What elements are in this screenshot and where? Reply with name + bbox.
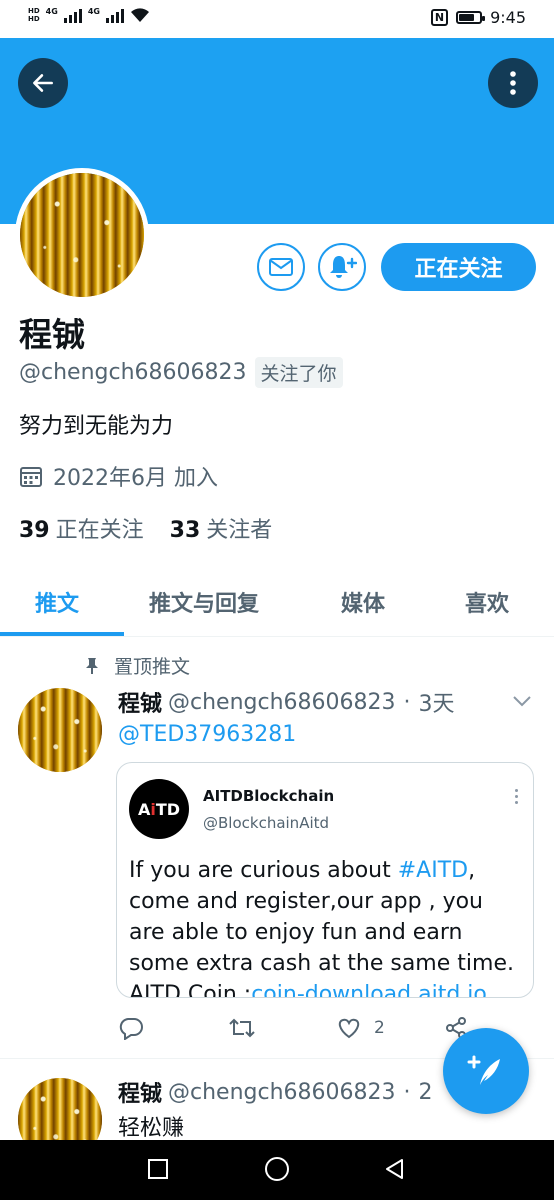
followers-count: 33 [169, 518, 201, 543]
quoted-author-handle: @BlockchainAitd [203, 814, 330, 832]
tab-tweets[interactable]: 推文 [35, 586, 79, 618]
quoted-text: If you are curious about #AITD, come and… [129, 855, 525, 997]
profile-avatar[interactable] [15, 168, 149, 302]
sim1-label: 4G [45, 6, 58, 16]
mail-icon [269, 258, 293, 276]
avatar-image [20, 173, 144, 297]
notifications-button[interactable] [318, 243, 366, 291]
quoted-avatar: Ai TD [129, 779, 189, 839]
bell-plus-icon [330, 256, 357, 278]
follow-stats: 39 正在关注 33 关注者 [19, 512, 272, 544]
tweet-author-handle: @chengch68606823 [168, 689, 396, 715]
tweet-mention[interactable]: @TED37963281 [118, 722, 296, 747]
like-button[interactable]: 2 [336, 1016, 385, 1040]
compose-tweet-button[interactable] [443, 1028, 529, 1114]
joined-date: 2022年6月 加入 [19, 460, 218, 492]
hashtag-link[interactable]: #AITD [398, 858, 468, 883]
quoted-link[interactable]: coin-download.aitd.io [251, 982, 487, 997]
reply-icon [119, 1018, 143, 1040]
more-vertical-icon [510, 71, 516, 95]
hd-indicator: HD HD [28, 7, 40, 23]
like-count: 2 [374, 1018, 385, 1038]
followers-stat[interactable]: 33 关注者 [170, 512, 273, 544]
profile-name: 程铖 [19, 315, 85, 354]
follows-you-badge: 关注了你 [254, 357, 343, 388]
reply-button[interactable] [118, 1016, 144, 1040]
status-bar-right: N 9:45 [430, 8, 526, 27]
signal-icon-2 [105, 7, 124, 23]
compose-feather-icon [467, 1055, 500, 1085]
tweet-header-2: 程铖 @chengch68606823 · 2 [118, 1076, 433, 1108]
tweet-author-name: 程铖 [118, 692, 163, 717]
tweet-time-2: 2 [418, 1079, 433, 1105]
calendar-icon [20, 467, 42, 487]
message-button[interactable] [257, 243, 305, 291]
back-nav-icon[interactable] [384, 1158, 406, 1180]
profile-bio: 努力到无能为力 [19, 414, 174, 439]
back-button[interactable] [18, 58, 68, 108]
tab-likes[interactable]: 喜欢 [465, 586, 509, 618]
tweet-time: 3天 [418, 692, 455, 717]
handle-row: @chengch68606823 关注了你 [19, 357, 343, 388]
tweet-header: 程铖 @chengch68606823 · 3天 [118, 686, 455, 718]
battery-icon [456, 11, 486, 24]
status-bar-left: HD HD 4G 4G [28, 7, 150, 23]
tweet-author-name-2: 程铖 [118, 1082, 163, 1107]
following-stat[interactable]: 39 正在关注 [19, 512, 144, 544]
sim2-label: 4G [87, 6, 100, 16]
retweet-button[interactable] [228, 1016, 256, 1040]
profile-handle: @chengch68606823 [19, 360, 247, 385]
recent-apps-icon[interactable] [147, 1158, 169, 1180]
quoted-author-name: AITDBlockchain [203, 787, 335, 805]
tweet-separator-2: · [403, 1079, 411, 1105]
joined-label: 2022年6月 加入 [53, 466, 218, 491]
following-button[interactable]: 正在关注 [381, 243, 536, 291]
pin-icon [86, 657, 98, 674]
tab-tweets-replies[interactable]: 推文与回复 [149, 586, 259, 618]
tweet-avatar-image [18, 688, 102, 772]
heart-icon [338, 1018, 360, 1039]
chevron-down-icon[interactable] [512, 694, 532, 708]
nfc-icon: N [430, 9, 449, 26]
following-count: 39 [19, 518, 50, 543]
tweet-author-handle-2: @chengch68606823 [168, 1079, 396, 1105]
quoted-more-icon[interactable] [515, 789, 519, 804]
system-nav-bar [0, 1140, 554, 1200]
tab-media[interactable]: 媒体 [341, 586, 385, 618]
following-label: 正在关注 [55, 518, 144, 543]
signal-icon [63, 7, 82, 23]
wifi-icon [130, 8, 149, 22]
status-bar: HD HD 4G 4G N 9:45 [0, 0, 554, 38]
more-options-button[interactable] [488, 58, 538, 108]
tweet-actions: 2 [118, 1016, 478, 1046]
retweet-icon [229, 1018, 255, 1038]
pinned-text: 置顶推文 [114, 656, 191, 678]
tweet-separator: · [403, 689, 411, 715]
active-tab-indicator [0, 632, 124, 636]
battery-fill [459, 14, 474, 21]
home-icon[interactable] [264, 1156, 290, 1182]
tweet-avatar[interactable] [18, 688, 102, 772]
pinned-label: 置顶推文 [84, 652, 190, 679]
tweet-text-2: 轻松赚 [118, 1116, 185, 1141]
quoted-tweet[interactable]: Ai TD AITDBlockchain @BlockchainAitd If y… [116, 762, 534, 998]
followers-label: 关注者 [206, 518, 273, 543]
profile-tabs: 推文 推文与回复 媒体 喜欢 [0, 576, 554, 637]
status-time: 9:45 [490, 8, 526, 27]
arrow-left-icon [33, 74, 53, 92]
